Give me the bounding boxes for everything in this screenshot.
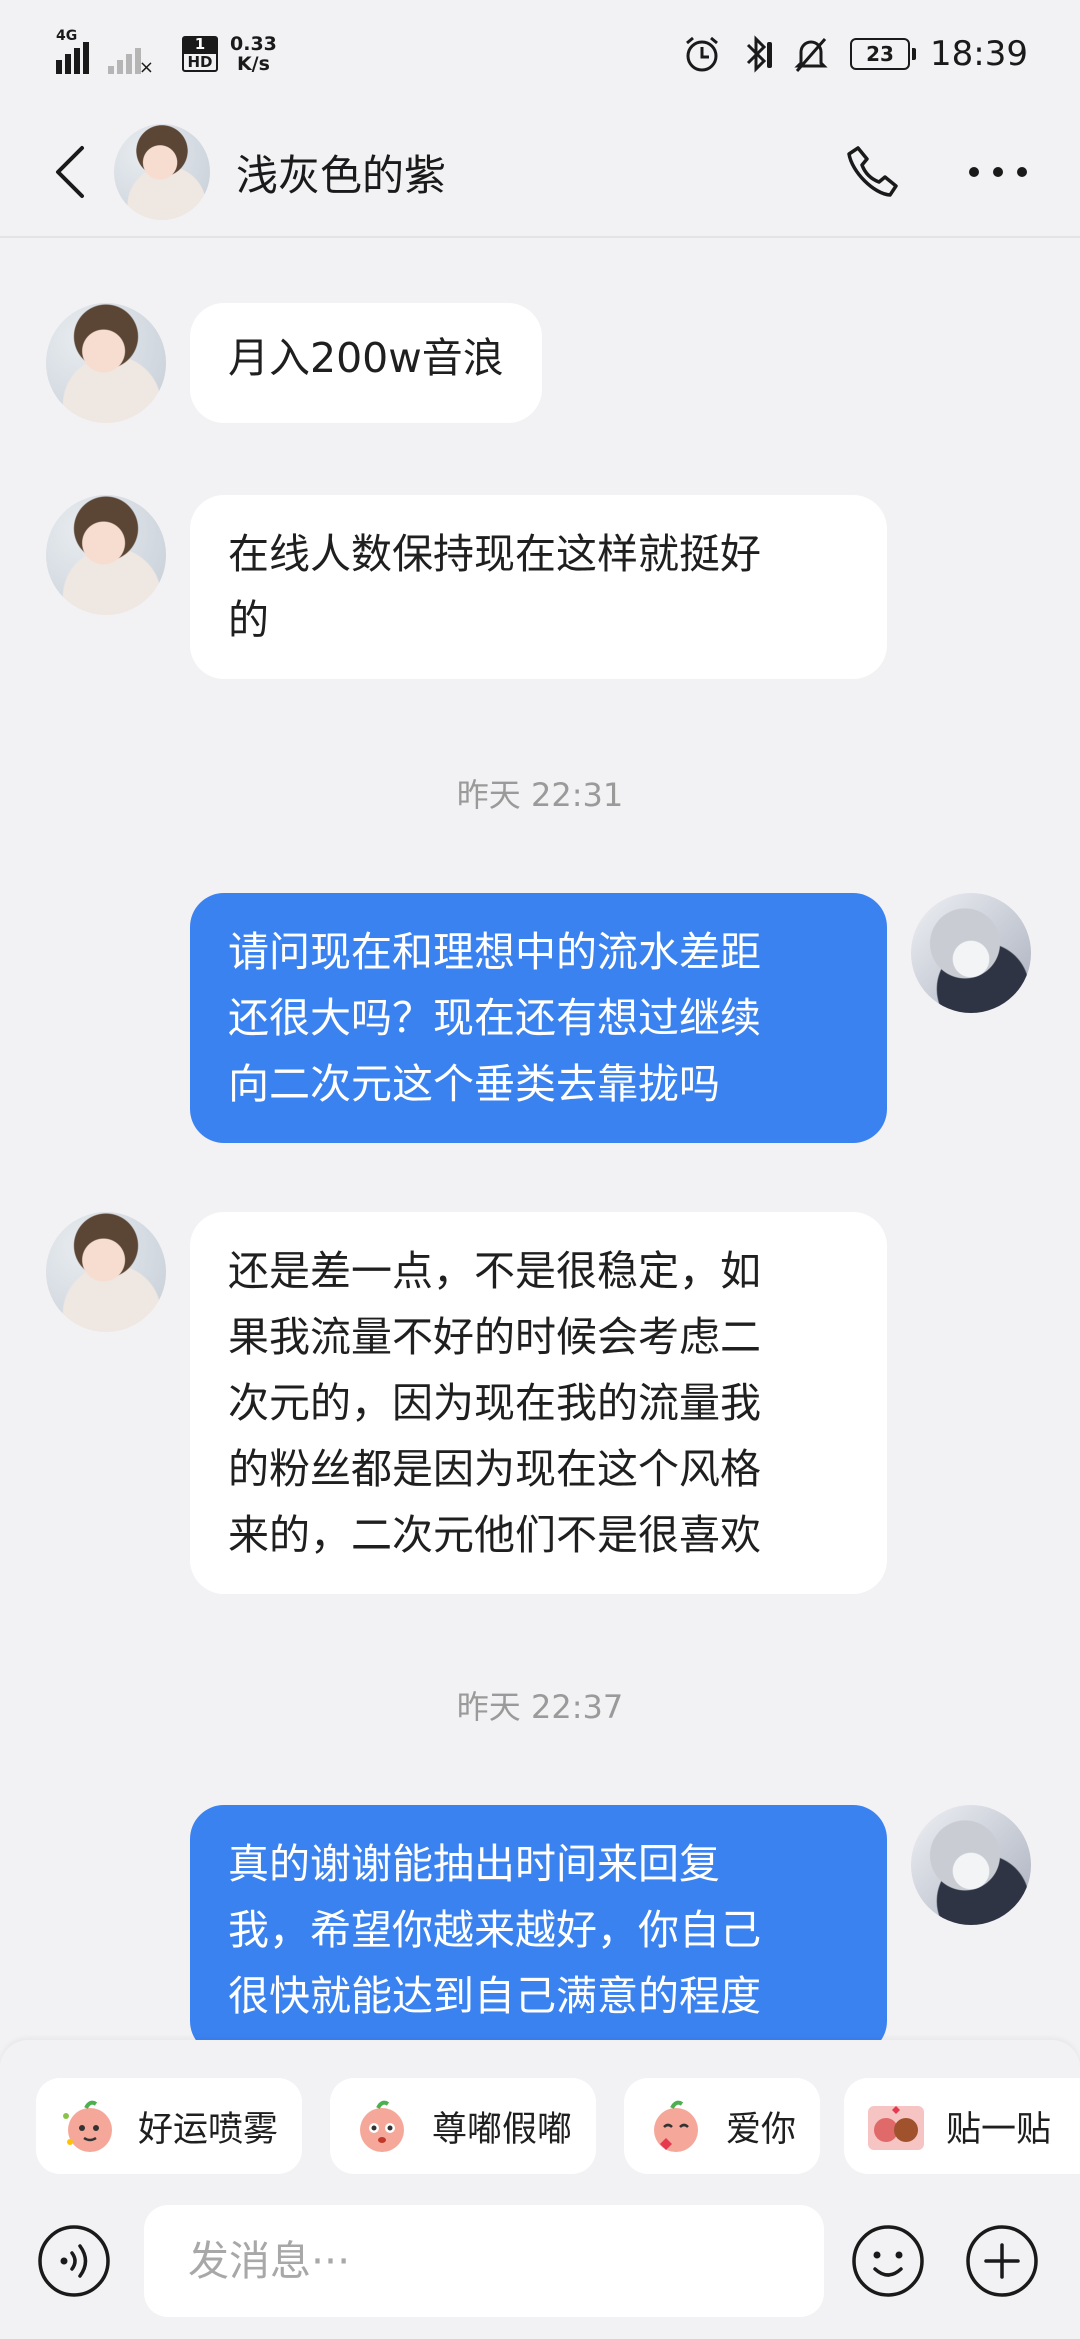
quick-reply-lucky-spray[interactable]: 好运喷雾 bbox=[36, 2078, 303, 2174]
hd-voice-badge: 1 HD bbox=[182, 36, 218, 72]
hug-sticker-icon bbox=[868, 2106, 924, 2150]
more-attachments-button[interactable] bbox=[964, 2223, 1040, 2299]
battery-icon: 23 bbox=[850, 38, 917, 70]
signal-strength-sim2-icon: × bbox=[108, 34, 154, 78]
lucky-spray-sticker-icon bbox=[63, 2100, 112, 2152]
plus-circle-icon bbox=[966, 2225, 1038, 2297]
timestamp: 昨天 22:37 bbox=[456, 1688, 624, 1726]
contact-name[interactable]: 浅灰色的紫 bbox=[236, 142, 446, 203]
quick-reply-hug[interactable]: 贴一贴 bbox=[844, 2078, 1080, 2174]
quick-reply-love-you[interactable]: 爱你 bbox=[624, 2078, 821, 2174]
message-incoming: 在线人数保持现在这样就挺好 的 bbox=[46, 495, 887, 679]
mute-bell-icon bbox=[792, 34, 830, 74]
message-input-bar bbox=[0, 2205, 1080, 2339]
smiley-icon bbox=[852, 2225, 924, 2297]
message-bubble[interactable]: 真的谢谢能抽出时间来回复 我，希望你越来越好，你自己 很快就能达到自己满意的程度 bbox=[190, 1805, 887, 2040]
sender-avatar[interactable] bbox=[46, 1212, 166, 1332]
phone-icon bbox=[847, 146, 898, 197]
quick-reply-label: 爱你 bbox=[726, 2109, 797, 2150]
message-list[interactable]: 月入200w音浪 在线人数保持现在这样就挺好 的 昨天 22:31 请问现在和理… bbox=[0, 240, 1080, 2040]
sender-avatar[interactable] bbox=[46, 495, 166, 615]
signal-strength-icon: 4G bbox=[56, 28, 92, 74]
my-avatar[interactable] bbox=[911, 893, 1031, 1013]
quick-reply-bar: 好运喷雾 尊嘟假嘟 爱你 贴一贴 bbox=[0, 2040, 1080, 2205]
chevron-left-icon bbox=[56, 146, 84, 198]
alarm-icon bbox=[682, 34, 722, 74]
quick-reply-label: 好运喷雾 bbox=[138, 2109, 279, 2150]
network-speed: 0.33 K/s bbox=[230, 33, 277, 75]
sender-avatar[interactable] bbox=[46, 303, 166, 423]
back-button[interactable] bbox=[40, 142, 100, 202]
quick-reply-label: 尊嘟假嘟 bbox=[432, 2109, 573, 2150]
message-incoming: 还是差一点，不是很稳定，如 果我流量不好的时候会考虑二 次元的，因为现在我的流量… bbox=[46, 1212, 887, 1594]
message-outgoing: 请问现在和理想中的流水差距 还很大吗？现在还有想过继续 向二次元这个垂类去靠拢吗 bbox=[190, 893, 1031, 1143]
more-horizontal-icon bbox=[969, 167, 1027, 177]
love-you-sticker-icon bbox=[654, 2100, 698, 2152]
contact-avatar[interactable] bbox=[114, 124, 210, 220]
chat-header: 浅灰色的紫 bbox=[0, 108, 1080, 238]
message-incoming: 月入200w音浪 bbox=[46, 303, 542, 423]
really-sticker-icon bbox=[360, 2100, 404, 2152]
message-bubble[interactable]: 请问现在和理想中的流水差距 还很大吗？现在还有想过继续 向二次元这个垂类去靠拢吗 bbox=[190, 893, 887, 1143]
timestamp: 昨天 22:31 bbox=[456, 776, 624, 814]
voice-input-button[interactable] bbox=[36, 2223, 112, 2299]
message-bubble[interactable]: 还是差一点，不是很稳定，如 果我流量不好的时候会考虑二 次元的，因为现在我的流量… bbox=[190, 1212, 887, 1594]
my-avatar[interactable] bbox=[911, 1805, 1031, 1925]
chat-screen: 4G × 1 HD 0.33 K/s 23 18:39 浅灰色的紫 月入200w… bbox=[0, 0, 1080, 2339]
network-type-label: 4G bbox=[56, 28, 78, 44]
status-time: 18:39 bbox=[930, 34, 1028, 74]
bluetooth-icon bbox=[740, 34, 774, 74]
battery-level: 23 bbox=[866, 42, 894, 66]
emoji-button[interactable] bbox=[850, 2223, 926, 2299]
voice-wave-icon bbox=[38, 2225, 110, 2297]
message-bubble[interactable]: 在线人数保持现在这样就挺好 的 bbox=[190, 495, 887, 679]
quick-reply-label: 贴一贴 bbox=[946, 2109, 1052, 2150]
quick-reply-really[interactable]: 尊嘟假嘟 bbox=[330, 2078, 597, 2174]
message-input[interactable] bbox=[144, 2205, 824, 2317]
message-bubble[interactable]: 月入200w音浪 bbox=[190, 303, 542, 423]
status-bar: 4G × 1 HD 0.33 K/s 23 18:39 bbox=[0, 0, 1080, 108]
voice-call-button[interactable] bbox=[842, 140, 906, 204]
more-options-button[interactable] bbox=[966, 140, 1030, 204]
message-outgoing: 真的谢谢能抽出时间来回复 我，希望你越来越好，你自己 很快就能达到自己满意的程度 bbox=[190, 1805, 1031, 2040]
